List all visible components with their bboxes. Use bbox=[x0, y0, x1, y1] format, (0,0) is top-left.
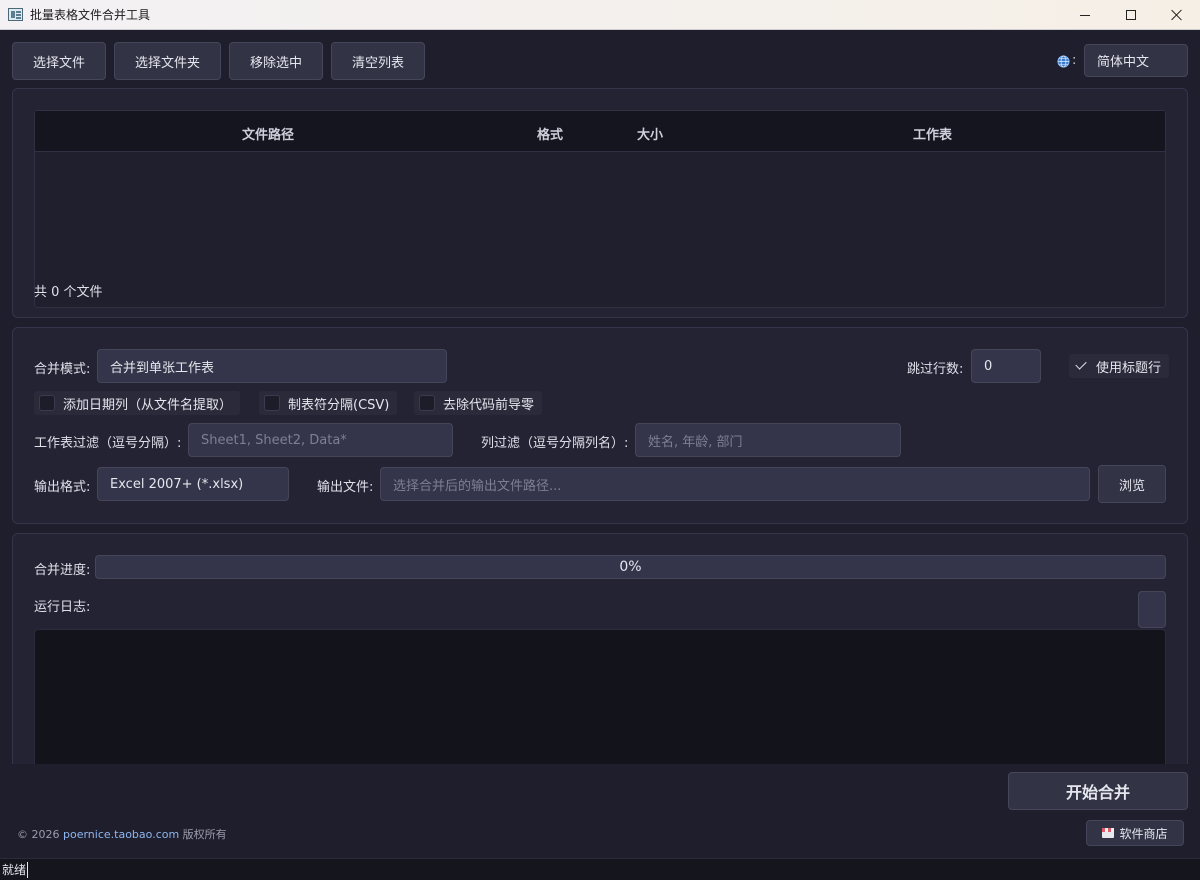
checkbox-box bbox=[264, 395, 280, 411]
sheet-filter-label: 工作表过滤（逗号分隔）: bbox=[34, 436, 182, 451]
output-file-label: 输出文件: bbox=[317, 480, 374, 495]
strip-zeros-label: 去除代码前导零 bbox=[443, 397, 535, 413]
skip-rows-label: 跳过行数: bbox=[907, 362, 964, 377]
merge-progress-bar: 0% bbox=[95, 555, 1166, 579]
language-select[interactable]: 简体中文 bbox=[1084, 44, 1188, 77]
checkbox-box bbox=[419, 395, 435, 411]
add-date-checkbox[interactable]: 添加日期列（从文件名提取） bbox=[34, 391, 241, 415]
remove-selected-button[interactable]: 移除选中 bbox=[229, 42, 323, 80]
log-action-button[interactable] bbox=[1138, 591, 1166, 628]
output-file-input[interactable]: 选择合并后的输出文件路径... bbox=[380, 467, 1090, 501]
skip-rows-input[interactable]: 0 bbox=[971, 349, 1041, 383]
copyright-text: © 2026 poernice.taobao.com 版权所有 bbox=[17, 826, 227, 842]
software-store-button[interactable]: 软件商店 bbox=[1086, 820, 1184, 846]
sheet-filter-input[interactable]: Sheet1, Sheet2, Data* bbox=[188, 423, 453, 457]
file-count: 共 0 个文件 bbox=[34, 285, 103, 300]
clear-list-button[interactable]: 清空列表 bbox=[331, 42, 425, 80]
file-table[interactable]: 文件路径 格式 大小 工作表 bbox=[34, 110, 1166, 308]
window-title: 批量表格文件合并工具 bbox=[30, 8, 151, 22]
browse-button[interactable]: 浏览 bbox=[1098, 465, 1166, 503]
software-store-label: 软件商店 bbox=[1119, 826, 1168, 841]
log-label: 运行日志: bbox=[34, 600, 91, 615]
checkmark-icon bbox=[1074, 358, 1090, 374]
text-cursor bbox=[27, 861, 29, 878]
output-format-select[interactable]: Excel 2007+ (*.xlsx) bbox=[97, 467, 289, 501]
close-icon bbox=[1171, 9, 1183, 21]
checkbox-box bbox=[39, 395, 55, 411]
column-header-format[interactable]: 格式 bbox=[537, 124, 563, 143]
column-filter-input[interactable]: 姓名, 年龄, 部门 bbox=[635, 423, 901, 457]
output-format-label: 输出格式: bbox=[34, 480, 91, 495]
strip-zeros-checkbox[interactable]: 去除代码前导零 bbox=[414, 391, 543, 415]
merge-mode-select[interactable]: 合并到单张工作表 bbox=[97, 349, 447, 383]
store-link[interactable]: poernice.taobao.com bbox=[63, 828, 179, 841]
column-header-sheets[interactable]: 工作表 bbox=[913, 124, 952, 143]
column-header-path[interactable]: 文件路径 bbox=[242, 124, 294, 143]
minimize-button[interactable] bbox=[1062, 0, 1108, 30]
column-header-size[interactable]: 大小 bbox=[637, 124, 663, 143]
column-filter-label: 列过滤（逗号分隔列名）: bbox=[481, 436, 629, 451]
select-files-button[interactable]: 选择文件 bbox=[12, 42, 106, 80]
use-header-checkbox[interactable]: 使用标题行 bbox=[1069, 354, 1170, 378]
globe-icon bbox=[1057, 55, 1070, 68]
status-text: 就绪 bbox=[2, 863, 27, 877]
log-textarea[interactable] bbox=[34, 629, 1166, 764]
add-date-label: 添加日期列（从文件名提取） bbox=[63, 397, 233, 413]
progress-label: 合并进度: bbox=[34, 563, 91, 578]
copyright-prefix: © 2026 bbox=[17, 828, 63, 841]
minimize-icon bbox=[1080, 14, 1090, 16]
language-colon: : bbox=[1072, 53, 1077, 68]
file-table-header: 文件路径 格式 大小 工作表 bbox=[35, 111, 1165, 152]
tab-separator-label: 制表符分隔(CSV) bbox=[288, 397, 390, 413]
merge-mode-label: 合并模式: bbox=[34, 362, 91, 377]
maximize-button[interactable] bbox=[1108, 0, 1154, 30]
close-button[interactable] bbox=[1154, 0, 1200, 30]
title-bar: 批量表格文件合并工具 bbox=[0, 0, 1200, 30]
app-icon bbox=[8, 8, 23, 21]
select-folder-button[interactable]: 选择文件夹 bbox=[114, 42, 221, 80]
progress-text: 0% bbox=[619, 559, 642, 575]
status-bar: 就绪 bbox=[0, 858, 1200, 880]
use-header-label: 使用标题行 bbox=[1096, 360, 1162, 376]
copyright-suffix: 版权所有 bbox=[179, 828, 227, 841]
maximize-icon bbox=[1126, 10, 1136, 20]
tab-separator-checkbox[interactable]: 制表符分隔(CSV) bbox=[259, 391, 398, 415]
start-merge-button[interactable]: 开始合并 bbox=[1008, 772, 1188, 810]
store-icon bbox=[1102, 828, 1115, 838]
